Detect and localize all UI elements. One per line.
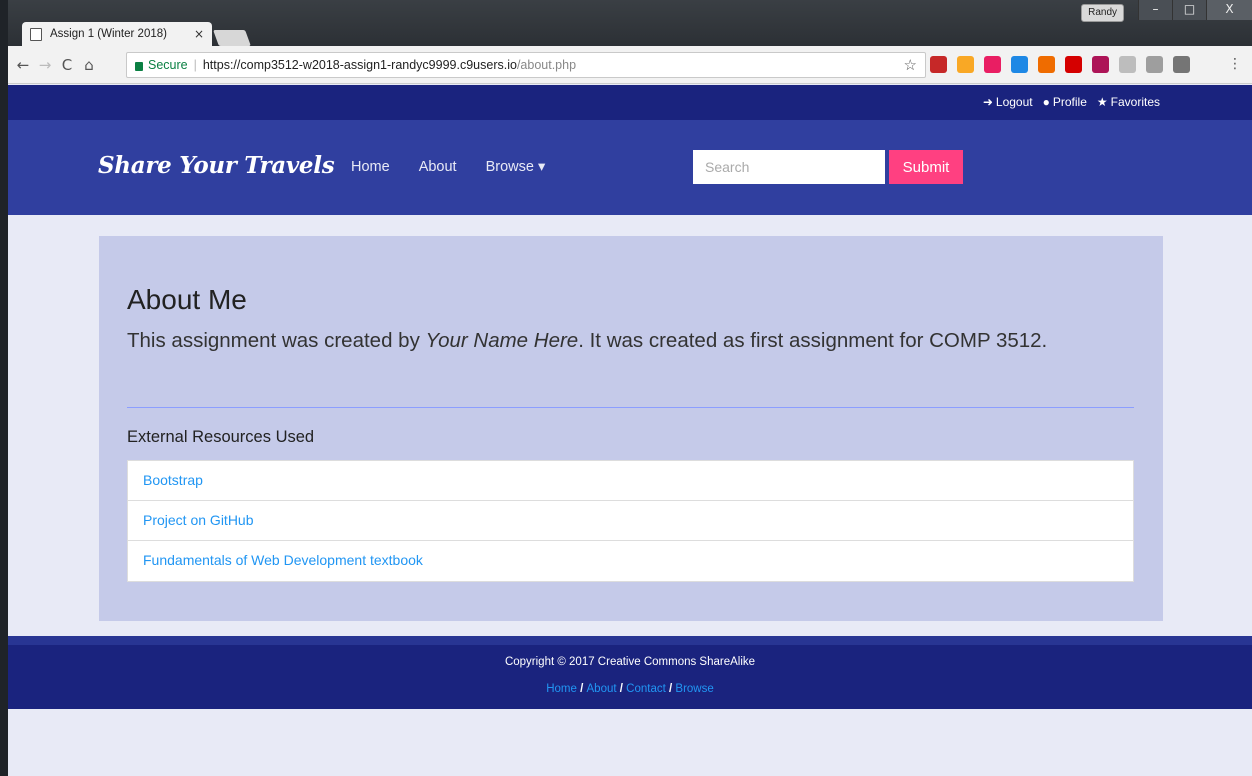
extension-icon-4[interactable] [1038,56,1055,73]
site-header: Share Your Travels Home About Browse ▾ S… [8,120,1252,215]
extension-icon-3[interactable] [1011,56,1028,73]
resource-link-github[interactable]: Project on GitHub [128,501,1133,541]
footer-separator: / [665,683,676,695]
user-icon: ● [1042,95,1050,109]
footer-separator: / [616,683,627,695]
nav-browse-dropdown[interactable]: Browse ▾ [486,159,546,175]
logout-label: Logout [995,95,1033,109]
title-bar: Assign 1 (Winter 2018) × Randy – □ X [8,0,1252,46]
extension-icon-9[interactable] [1173,56,1190,73]
footer-links: Home / About / Contact / Browse [8,683,1252,695]
logout-icon: ➜ [982,95,993,109]
nav-about[interactable]: About [419,159,457,175]
extension-icon-6[interactable] [1092,56,1109,73]
url-path: /about.php [516,58,577,72]
search-input[interactable] [693,150,885,184]
tab-close-icon[interactable]: × [194,27,204,41]
extension-icons [930,56,1190,73]
extension-icon-1[interactable] [957,56,974,73]
home-icon[interactable]: ⌂ [78,56,100,74]
page-icon [30,27,42,41]
resources-list: Bootstrap Project on GitHub Fundamentals… [127,460,1134,582]
favorites-link[interactable]: ★ Favorites [1097,95,1160,109]
star-icon: ★ [1096,95,1108,109]
resource-link-textbook[interactable]: Fundamentals of Web Development textbook [128,541,1133,581]
close-window-button[interactable]: X [1206,0,1252,20]
footer-link-about[interactable]: About [587,683,617,695]
about-panel: About Me This assignment was created by … [99,236,1163,621]
reload-icon[interactable]: C [56,56,78,74]
nav-home[interactable]: Home [351,159,390,175]
footer-separator: / [576,683,587,695]
main-nav: Home About Browse ▾ [351,159,545,175]
site-footer: Copyright © 2017 Creative Commons ShareA… [8,636,1252,709]
forward-icon[interactable]: → [34,56,56,74]
extension-icon-8[interactable] [1146,56,1163,73]
about-description: This assignment was created by Your Name… [127,326,1127,356]
secure-label: Secure [148,58,188,72]
footer-link-home[interactable]: Home [546,683,577,695]
maximize-button[interactable]: □ [1172,0,1206,20]
resources-heading: External Resources Used [127,428,315,446]
resource-link-bootstrap[interactable]: Bootstrap [128,461,1133,501]
bookmark-star-icon[interactable]: ☆ [904,56,917,74]
footer-link-browse[interactable]: Browse [675,683,713,695]
browser-toolbar: ← → C ⌂ Secure | https://comp3512-w2018-… [8,46,1252,84]
page-title: About Me [127,284,247,315]
extension-icon-0[interactable] [930,56,947,73]
author-name: Your Name Here [425,329,579,352]
extension-icon-7[interactable] [1119,56,1136,73]
url-host: https://comp3512-w2018-assign1-randyc999… [202,58,517,72]
divider [127,407,1134,408]
top-bar: ➜ Logout ● Profile ★ Favorites [8,85,1252,120]
minimize-button[interactable]: – [1138,0,1172,20]
new-tab-button[interactable] [213,30,251,46]
footer-link-contact[interactable]: Contact [626,683,666,695]
browser-window: Assign 1 (Winter 2018) × Randy – □ X ← →… [8,0,1252,776]
about-text-end: . It was created as first assignment for… [578,329,1048,352]
lock-icon [135,61,143,71]
copyright-text: Copyright © 2017 Creative Commons ShareA… [504,656,756,668]
profile-chip[interactable]: Randy [1081,4,1124,22]
back-icon[interactable]: ← [12,56,34,74]
web-page: ➜ Logout ● Profile ★ Favorites Share Your T… [8,85,1252,776]
profile-link[interactable]: ● Profile [1043,95,1087,109]
site-brand[interactable]: Share Your Travels [98,152,335,179]
url-separator: | [193,58,197,72]
favorites-label: Favorites [1110,95,1160,109]
logout-link[interactable]: ➜ Logout [983,95,1033,109]
extension-icon-5[interactable] [1065,56,1082,73]
profile-label: Profile [1052,95,1087,109]
about-text-start: This assignment was created by [127,329,426,352]
address-bar[interactable]: Secure | https://comp3512-w2018-assign1-… [126,52,926,78]
browser-menu-icon[interactable]: ⋮ [1228,56,1242,72]
submit-button[interactable]: Submit [889,150,963,184]
extension-icon-2[interactable] [984,56,1001,73]
tab-title: Assign 1 (Winter 2018) [50,28,167,40]
browser-tab[interactable]: Assign 1 (Winter 2018) × [22,22,212,46]
